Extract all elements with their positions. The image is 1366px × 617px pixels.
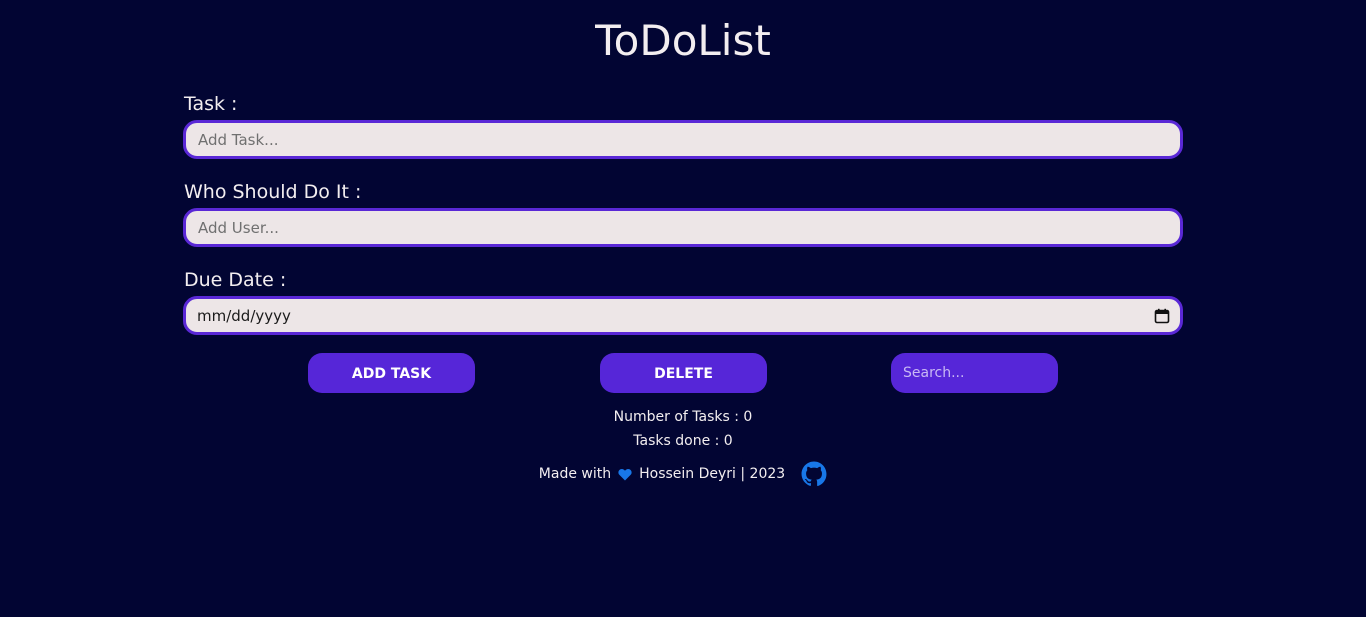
search-input[interactable] xyxy=(891,353,1058,393)
footer: Made with Hossein Deyri | 2023 xyxy=(0,460,1366,488)
page-title: ToDoList xyxy=(595,16,771,65)
task-input[interactable] xyxy=(183,120,1183,159)
due-date-label: Due Date : xyxy=(184,269,287,291)
task-label: Task : xyxy=(184,93,238,115)
tasks-done-count: Tasks done : 0 xyxy=(633,433,733,449)
made-with-text: Made with xyxy=(538,466,612,482)
user-input[interactable] xyxy=(183,208,1183,247)
github-icon[interactable] xyxy=(801,461,827,487)
task-count: Number of Tasks : 0 xyxy=(613,409,753,425)
delete-button[interactable]: DELETE xyxy=(600,353,767,393)
user-label: Who Should Do It : xyxy=(184,181,362,203)
due-date-value: mm/dd/yyyy xyxy=(197,306,291,325)
due-date-input[interactable]: mm/dd/yyyy xyxy=(183,296,1183,335)
add-task-button[interactable]: ADD TASK xyxy=(308,353,475,393)
author-credit: Hossein Deyri | 2023 xyxy=(639,466,786,482)
calendar-icon[interactable] xyxy=(1154,308,1170,324)
heart-icon xyxy=(618,468,632,480)
